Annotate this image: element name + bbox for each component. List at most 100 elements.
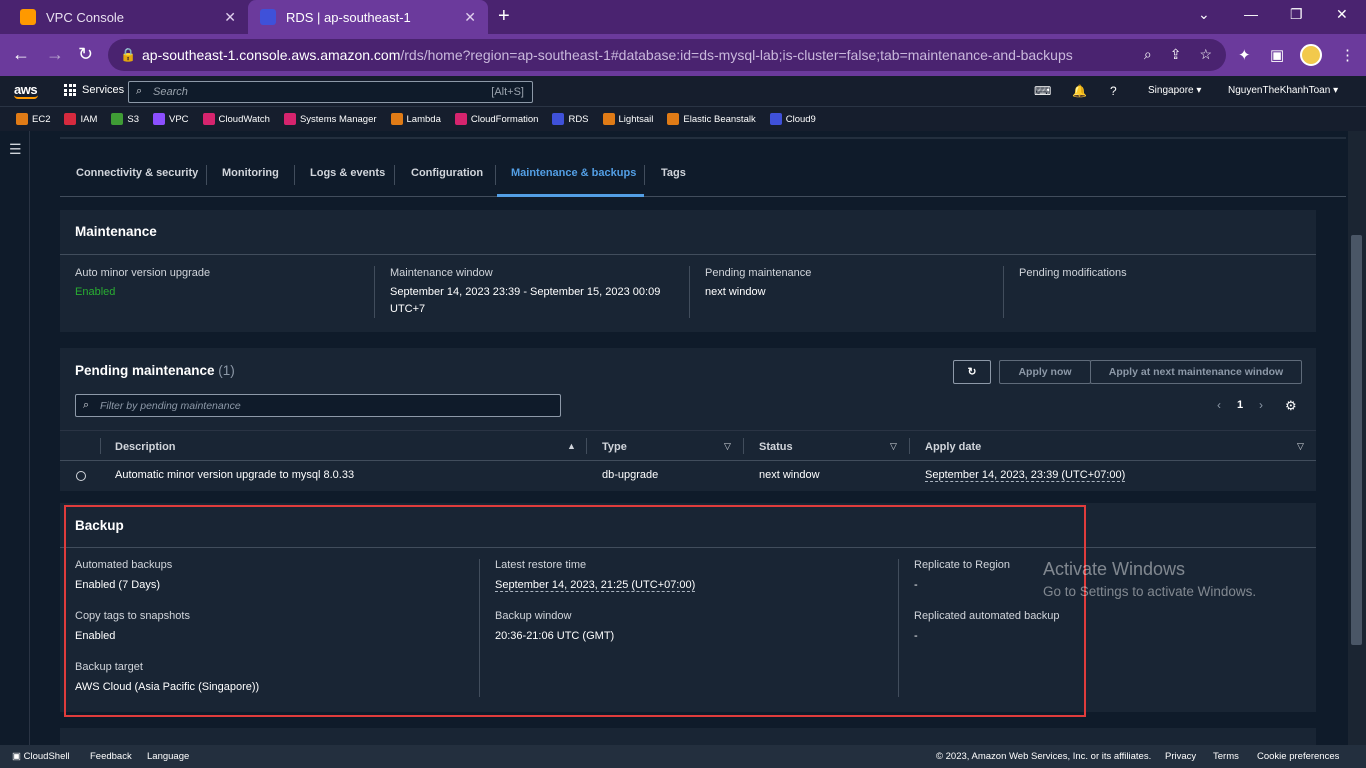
tab-connectivity-security[interactable]: Connectivity & security	[76, 167, 198, 179]
divider	[60, 137, 1346, 139]
sort-icon[interactable]: ▽	[890, 441, 897, 452]
systems-manager-icon	[283, 113, 296, 125]
tab-search-icon[interactable]: ⌄	[1198, 6, 1210, 23]
next-page-icon[interactable]: ›	[1259, 398, 1263, 412]
activate-windows-subtitle: Go to Settings to activate Windows.	[1043, 584, 1257, 599]
reload-icon[interactable]: ↻	[78, 44, 93, 64]
lock-icon: 🔒	[120, 47, 137, 62]
hamburger-menu-icon[interactable]: ☰	[9, 141, 22, 158]
extensions-puzzle-icon[interactable]: ✦	[1238, 46, 1251, 64]
pending-maintenance-panel: Pending maintenance (1) ↻ Apply now Appl…	[60, 348, 1316, 491]
pending-count: (1)	[218, 363, 235, 378]
pending-modifications-label: Pending modifications	[1019, 267, 1127, 279]
window-close-icon[interactable]: ✕	[1336, 6, 1348, 23]
cloud9-icon	[769, 113, 782, 125]
favorite-systems-manager[interactable]: Systems Manager	[283, 113, 377, 125]
search-icon: ⌕	[136, 85, 143, 97]
pending-maintenance-value: next window	[705, 286, 766, 298]
favorite-lightsail[interactable]: Lightsail	[602, 113, 653, 125]
filter-input[interactable]: ⌕ Filter by pending maintenance	[75, 394, 561, 417]
minimize-icon[interactable]: —	[1244, 6, 1258, 22]
maintenance-window-label: Maintenance window	[390, 267, 493, 279]
tab-title: RDS | ap-southeast-1	[286, 9, 411, 25]
privacy-link[interactable]: Privacy	[1165, 751, 1196, 762]
favorite-lambda[interactable]: Lambda	[390, 113, 441, 125]
bookmark-star-icon[interactable]: ☆	[1199, 46, 1212, 63]
share-icon[interactable]: ⇪	[1170, 46, 1182, 63]
forward-arrow-icon[interactable]: →	[46, 44, 64, 64]
auto-minor-upgrade-value: Enabled	[75, 286, 116, 298]
column-apply-date[interactable]: Apply date	[925, 441, 981, 453]
cloudshell-link[interactable]: ▣ CloudShell	[12, 751, 70, 762]
tab-tags[interactable]: Tags	[661, 167, 686, 179]
tab-logs-events[interactable]: Logs & events	[310, 167, 385, 179]
account-menu[interactable]: NguyenTheKhanhToan ▾	[1228, 85, 1338, 96]
column-status[interactable]: Status	[759, 441, 793, 453]
prev-page-icon[interactable]: ‹	[1217, 398, 1221, 412]
vpc-icon	[153, 113, 165, 125]
feedback-link[interactable]: Feedback	[90, 751, 132, 762]
notifications-bell-icon[interactable]: 🔔	[1072, 84, 1087, 98]
zoom-icon[interactable]: ⌕	[1144, 46, 1152, 63]
scrollbar[interactable]	[1348, 131, 1366, 745]
favorite-iam[interactable]: IAM	[64, 113, 97, 125]
row-select-radio[interactable]	[76, 471, 86, 481]
detail-tabs: Connectivity & security Monitoring Logs …	[60, 153, 1346, 197]
back-arrow-icon[interactable]: ←	[12, 44, 30, 64]
refresh-button[interactable]: ↻	[953, 360, 991, 384]
terms-link[interactable]: Terms	[1213, 751, 1239, 762]
favorite-elastic-beanstalk[interactable]: Elastic Beanstalk	[667, 113, 756, 125]
pending-maintenance-label: Pending maintenance	[705, 267, 812, 279]
favorite-rds[interactable]: RDS	[552, 113, 589, 125]
profile-avatar[interactable]	[1300, 44, 1322, 66]
close-icon[interactable]: ✕	[224, 9, 236, 26]
restore-icon[interactable]: ❐	[1290, 6, 1303, 23]
favorite-ec2[interactable]: EC2	[16, 113, 50, 125]
side-panel-icon[interactable]: ▣	[1270, 46, 1284, 64]
page-number[interactable]: 1	[1237, 399, 1243, 411]
tab-maintenance-backups[interactable]: Maintenance & backups	[511, 167, 636, 179]
favorite-s3[interactable]: S3	[111, 113, 139, 125]
row-description: Automatic minor version upgrade to mysql…	[115, 469, 355, 481]
menu-kebab-icon[interactable]: ⋮	[1340, 46, 1355, 64]
region-selector[interactable]: Singapore ▾	[1148, 85, 1201, 96]
aws-logo[interactable]: aws	[14, 82, 38, 99]
sort-icon[interactable]: ▽	[724, 441, 731, 452]
apply-next-window-button[interactable]: Apply at next maintenance window	[1090, 360, 1302, 384]
services-menu[interactable]: Services	[64, 84, 124, 96]
favorite-cloudwatch[interactable]: CloudWatch	[202, 113, 270, 125]
pending-maintenance-heading: Pending maintenance (1)	[75, 363, 235, 378]
main-content: Connectivity & security Monitoring Logs …	[30, 131, 1348, 745]
active-tab-indicator	[497, 194, 644, 197]
maintenance-heading: Maintenance	[75, 224, 157, 239]
refresh-icon: ↻	[967, 366, 977, 378]
url-bar[interactable]: 🔒 ap-southeast-1.console.aws.amazon.com/…	[108, 39, 1226, 71]
favorite-cloudformation[interactable]: CloudFormation	[454, 113, 538, 125]
sort-ascending-icon[interactable]: ▲	[567, 441, 576, 451]
favorite-vpc[interactable]: VPC	[153, 113, 189, 125]
apply-now-button[interactable]: Apply now	[999, 360, 1091, 384]
close-icon[interactable]: ✕	[464, 9, 476, 26]
address-toolbar: ← → ↻ 🔒 ap-southeast-1.console.aws.amazo…	[0, 34, 1366, 76]
sort-icon[interactable]: ▽	[1297, 441, 1304, 452]
aws-footer: ▣ CloudShell Feedback Language © 2023, A…	[0, 745, 1366, 768]
tab-title: VPC Console	[46, 9, 125, 25]
tab-configuration[interactable]: Configuration	[411, 167, 483, 179]
settings-gear-icon[interactable]: ⚙	[1285, 398, 1297, 414]
browser-tab-rds[interactable]: RDS | ap-southeast-1 ✕	[248, 0, 488, 34]
aws-search-input[interactable]: ⌕ Search [Alt+S]	[128, 81, 533, 103]
favorite-cloud9[interactable]: Cloud9	[769, 113, 816, 125]
column-description[interactable]: Description	[115, 441, 176, 453]
scrollbar-thumb[interactable]	[1351, 235, 1362, 645]
cloudwatch-icon	[202, 113, 215, 125]
browser-tab-vpc[interactable]: VPC Console ✕	[8, 0, 248, 34]
cloudshell-icon[interactable]: ⌨	[1034, 84, 1051, 98]
row-apply-date[interactable]: September 14, 2023, 23:39 (UTC+07:00)	[925, 469, 1126, 482]
new-tab-icon[interactable]: +	[498, 6, 510, 26]
help-icon[interactable]: ?	[1110, 84, 1117, 98]
tab-monitoring[interactable]: Monitoring	[222, 167, 279, 179]
side-navigation-rail: ☰	[0, 131, 30, 745]
column-type[interactable]: Type	[602, 441, 627, 453]
cookie-preferences-link[interactable]: Cookie preferences	[1257, 751, 1339, 762]
language-link[interactable]: Language	[147, 751, 189, 762]
